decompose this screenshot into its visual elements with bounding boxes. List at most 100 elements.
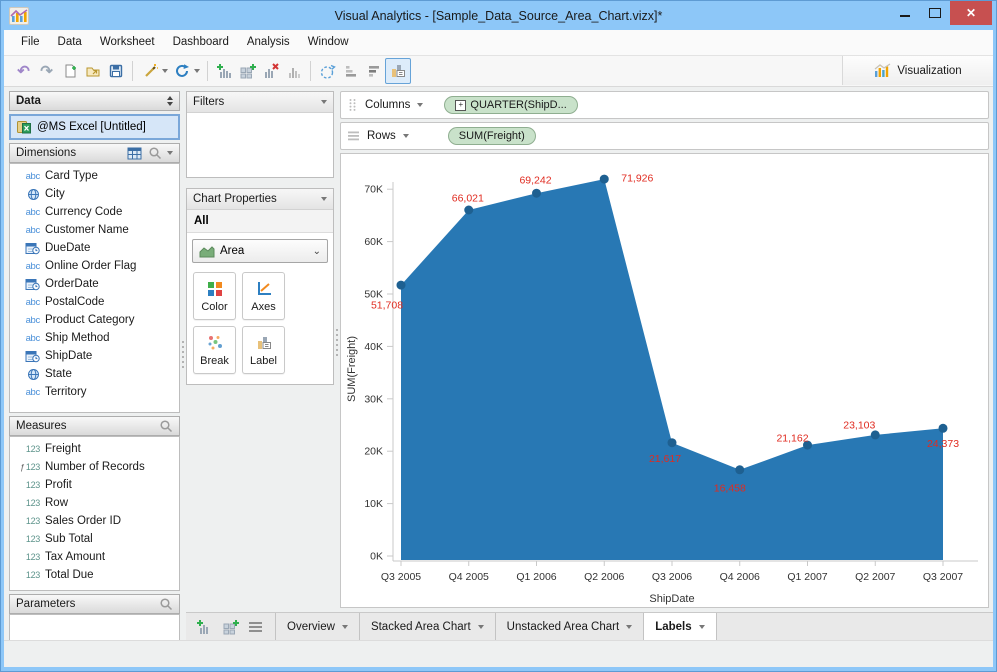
app-logo-icon [9,6,29,25]
show-labels-toggle[interactable] [385,58,411,84]
filters-dropzone[interactable] [187,113,333,177]
area-series[interactable] [401,179,943,560]
data-point[interactable] [532,188,541,198]
dimension-field[interactable]: abc Card Type [10,167,179,185]
open-file-button[interactable] [81,59,104,83]
chevron-down-icon[interactable] [698,624,705,629]
measure-field[interactable]: 123 Sales Order ID [10,512,179,530]
menu-item[interactable]: Dashboard [164,30,238,55]
chevron-down-icon[interactable] [167,151,173,155]
measure-field[interactable]: 123 Total Due [10,566,179,584]
columns-shelf[interactable]: Columns + QUARTER(ShipD... [340,91,989,119]
dimension-field[interactable]: abc Customer Name [10,221,179,239]
dimension-field[interactable]: abc Product Category [10,311,179,329]
chevron-down-icon: ⌄ [312,245,321,257]
new-dashboard-button[interactable] [236,59,259,83]
data-point[interactable] [599,174,609,184]
maximize-button[interactable] [920,1,950,25]
property-button[interactable]: Break [193,326,236,374]
expand-icon[interactable]: + [455,99,467,111]
data-point-label: 24,373 [927,438,959,450]
menu-item[interactable]: File [12,30,49,55]
new-worksheet-button[interactable] [213,59,236,83]
menu-item[interactable]: Analysis [238,30,299,55]
undo-button[interactable]: ↶ [12,59,35,83]
label-icon [257,336,271,349]
chevron-down-icon[interactable] [402,134,409,138]
data-point[interactable] [735,465,745,475]
visualization-button[interactable]: Visualization [842,56,993,85]
dimension-field[interactable]: DueDate [10,239,179,257]
sheet-list-icon[interactable] [248,621,263,633]
chevron-down-icon[interactable] [341,624,348,629]
dimension-field[interactable]: ShipDate [10,347,179,365]
duplicate-sheet-button[interactable] [282,59,305,83]
dimension-field[interactable]: abc Ship Method [10,329,179,347]
delete-sheet-button[interactable] [259,59,282,83]
dimension-field[interactable]: abc PostalCode [10,293,179,311]
data-point[interactable] [870,430,880,440]
save-button[interactable] [104,59,127,83]
chart-canvas[interactable]: 0K 10K 20K 30K 40K 50K 60K 70K Q3 2005 Q4 2005 Q1 … [340,153,989,608]
columns-pill[interactable]: + QUARTER(ShipD... [444,96,578,114]
y-tick-label: 10K [364,498,383,510]
chevron-down-icon[interactable] [321,197,327,201]
field-label: Freight [45,443,81,455]
dimension-field[interactable]: abc Online Order Flag [10,257,179,275]
close-button[interactable]: ✕ [950,1,992,25]
chevron-down-icon[interactable] [417,103,424,107]
chevron-down-icon[interactable] [321,100,327,104]
sort-ascending-button[interactable] [339,59,362,83]
abc-icon: abc [25,314,41,326]
data-point[interactable] [667,438,677,448]
data-wand-button[interactable] [138,59,161,83]
table-view-icon[interactable] [127,147,142,160]
rows-shelf[interactable]: Rows SUM(Freight) [340,122,989,150]
sort-updown-icon[interactable] [167,96,173,106]
dimension-field[interactable]: State [10,365,179,383]
rows-pill[interactable]: SUM(Freight) [447,127,536,145]
search-icon[interactable] [159,597,173,611]
new-worksheet-icon[interactable] [196,619,213,635]
worksheet-tab[interactable]: Unstacked Area Chart [496,613,645,640]
menu-item[interactable]: Worksheet [91,30,164,55]
menu-item[interactable]: Data [49,30,91,55]
minimize-button[interactable] [890,1,920,25]
chevron-down-icon[interactable] [626,624,633,629]
dimension-field[interactable]: abc Currency Code [10,203,179,221]
lasso-select-button[interactable] [316,59,339,83]
chevron-down-icon[interactable] [194,69,200,73]
refresh-button[interactable] [170,59,193,83]
property-button[interactable]: Color [193,272,236,320]
panel-splitter[interactable] [180,87,186,640]
dimension-field[interactable]: City [10,185,179,203]
chart-type-select[interactable]: Area ⌄ [192,239,328,263]
measure-field[interactable]: 123 Tax Amount [10,548,179,566]
data-point[interactable] [396,280,406,290]
search-icon[interactable] [148,146,162,160]
sort-descending-button[interactable] [362,59,385,83]
search-icon[interactable] [159,419,173,433]
property-button[interactable]: Label [242,326,285,374]
redo-button[interactable]: ↷ [35,59,58,83]
new-dashboard-icon[interactable] [222,619,239,635]
data-point[interactable] [938,423,948,433]
dimension-field[interactable]: OrderDate [10,275,179,293]
data-point[interactable] [464,205,474,215]
new-file-button[interactable] [58,59,81,83]
menu-item[interactable]: Window [299,30,358,55]
measure-field[interactable]: 123 Sub Total [10,530,179,548]
worksheet-tab[interactable]: Overview [275,613,360,640]
worksheet-tab[interactable]: Stacked Area Chart [360,613,496,640]
chevron-down-icon[interactable] [477,624,484,629]
measure-field[interactable]: 123 Profit [10,476,179,494]
data-source-item[interactable]: @MS Excel [Untitled] [9,114,180,140]
field-label: State [45,368,72,380]
measure-field[interactable]: 123 Freight [10,440,179,458]
chevron-down-icon[interactable] [162,69,168,73]
dimension-field[interactable]: abc Territory [10,383,179,401]
measure-field[interactable]: 123 Row [10,494,179,512]
property-button[interactable]: Axes [242,272,285,320]
worksheet-tab[interactable]: Labels [644,613,717,640]
measure-field[interactable]: ƒ123 Number of Records [10,458,179,476]
